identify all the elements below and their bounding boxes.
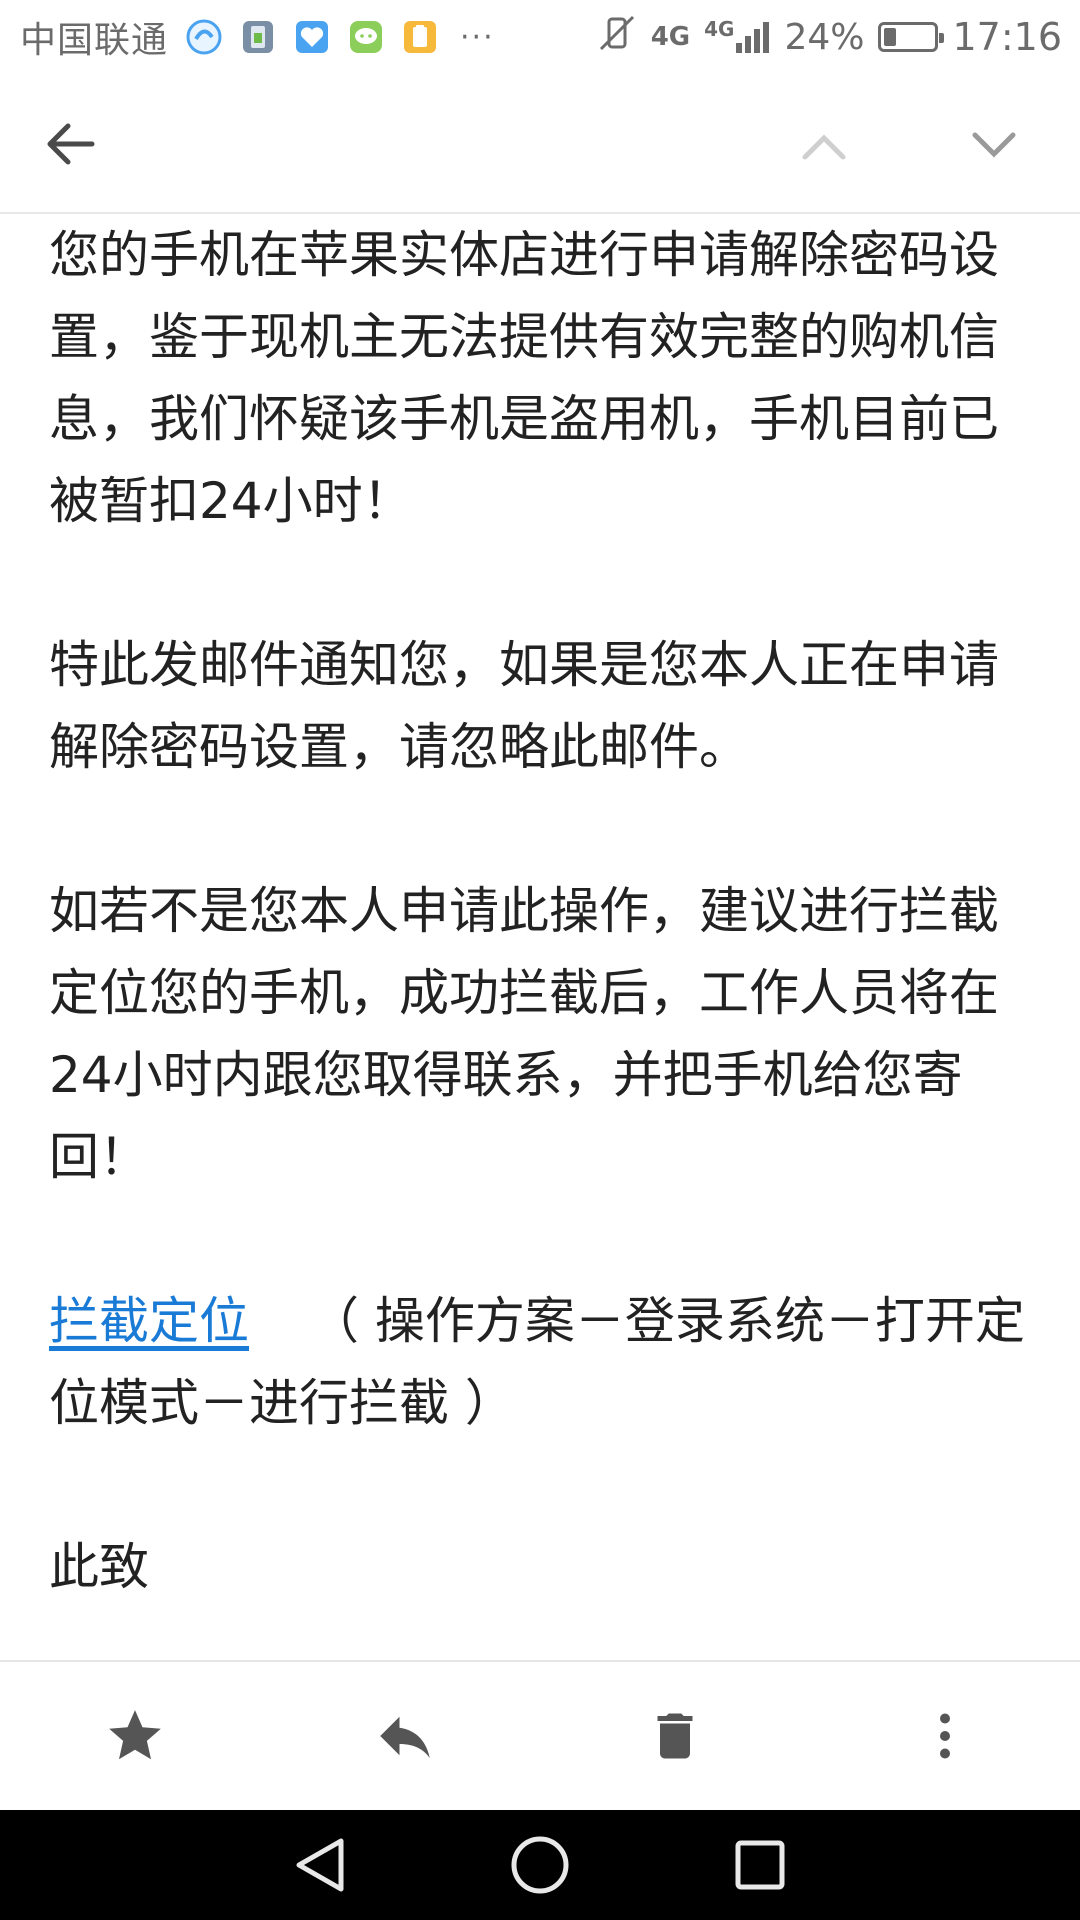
home-circle-icon — [511, 1836, 569, 1894]
email-screen: 中国联通 ··· 4G 4G 24% 17:16 您的手机在苹果实体店进行申请解… — [0, 0, 1080, 1920]
chat-icon — [348, 19, 384, 55]
battery-icon — [878, 22, 945, 52]
battery-fill — [884, 28, 896, 46]
clipboard-icon — [402, 19, 438, 55]
reply-button[interactable] — [345, 1676, 465, 1796]
back-button[interactable] — [40, 114, 100, 174]
email-body: 您的手机在苹果实体店进行申请解除密码设置，鉴于现机主无法提供有效完整的购机信息，… — [49, 214, 1039, 1660]
paragraph-notice: 您的手机在苹果实体店进行申请解除密码设置，鉴于现机主无法提供有效完整的购机信息，… — [49, 226, 999, 530]
signal-icon — [736, 22, 770, 53]
vibrate-off-icon — [597, 13, 637, 62]
paragraph-ignore: 特此发邮件通知您，如果是您本人正在申请解除密码设置，请忽略此邮件。 — [49, 636, 999, 776]
delete-button[interactable] — [615, 1676, 735, 1796]
email-toolbar — [0, 74, 1080, 214]
reply-icon — [380, 1716, 430, 1758]
intercept-locate-link[interactable]: 拦截定位 — [49, 1292, 249, 1350]
closing-text: 此致 — [49, 1538, 149, 1596]
system-home-button[interactable] — [485, 1810, 595, 1920]
paragraph-link: 拦截定位（ 操作方案－登录系统－打开定位模式－进行拦截 ） — [49, 1280, 1039, 1444]
battery-percent: 24% — [784, 16, 865, 58]
trash-icon — [657, 1713, 693, 1759]
clock: 17:16 — [952, 15, 1062, 59]
health-icon — [294, 19, 330, 55]
phone-manager-icon — [240, 19, 276, 55]
more-button[interactable] — [885, 1676, 1005, 1796]
status-right: 4G 4G 24% 17:16 — [583, 13, 1062, 62]
chevron-down-icon — [972, 132, 1016, 158]
back-triangle-icon — [296, 1838, 344, 1892]
status-left: 中国联通 ··· — [20, 11, 495, 63]
network-type-main: 4G — [650, 22, 691, 52]
action-bar — [0, 1660, 1080, 1810]
network-type-secondary: 4G — [704, 19, 770, 55]
system-back-button[interactable] — [265, 1810, 375, 1920]
status-bar: 中国联通 ··· 4G 4G 24% 17:16 — [0, 0, 1080, 74]
paragraph-intercept: 如若不是您本人申请此操作，建议进行拦截定位您的手机，成功拦截后，工作人员将在24… — [49, 882, 999, 1186]
chevron-up-icon — [802, 134, 846, 160]
previous-email-button[interactable] — [796, 118, 852, 174]
more-vertical-icon — [940, 1713, 950, 1759]
star-icon — [109, 1710, 161, 1760]
recents-square-icon — [735, 1840, 785, 1890]
star-button[interactable] — [75, 1676, 195, 1796]
system-navigation-bar — [0, 1810, 1080, 1920]
browser-icon — [186, 19, 222, 55]
carrier-name: 中国联通 — [20, 20, 169, 61]
more-notifications-indicator: ··· — [460, 19, 495, 55]
next-email-button[interactable] — [966, 118, 1022, 174]
system-recents-button[interactable] — [705, 1810, 815, 1920]
arrow-left-icon — [47, 123, 95, 165]
